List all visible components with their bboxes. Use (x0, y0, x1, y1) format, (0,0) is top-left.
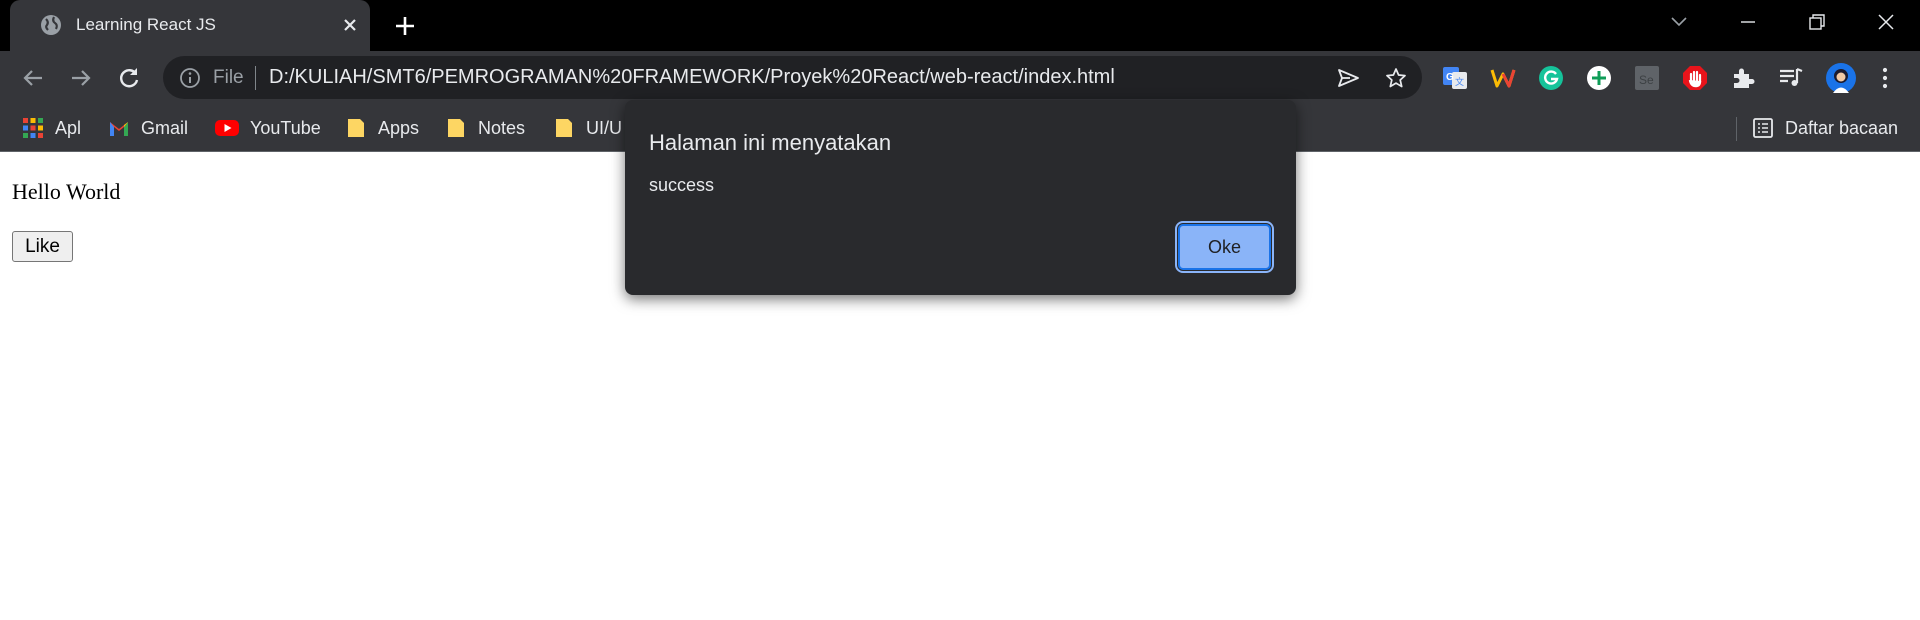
url-text[interactable]: D:/KULIAH/SMT6/PEMROGRAMAN%20FRAMEWORK/P… (269, 66, 1115, 89)
svg-text:文: 文 (1455, 76, 1464, 87)
selenium-ide-icon[interactable]: Se (1634, 65, 1660, 91)
tab-strip: Learning React JS (0, 0, 1920, 51)
address-bar[interactable]: File D:/KULIAH/SMT6/PEMROGRAMAN%20FRAMEW… (163, 56, 1422, 99)
bookmark-label: UI/U (586, 117, 622, 138)
file-scheme-label: File (213, 67, 244, 88)
gmail-icon (110, 122, 128, 136)
bookmark-gmail[interactable]: Gmail (108, 115, 188, 141)
close-tab-icon[interactable] (340, 15, 360, 35)
bookmark-label: Notes (478, 117, 526, 138)
site-info-icon[interactable] (179, 67, 201, 89)
bookmark-youtube[interactable]: YouTube (215, 115, 321, 141)
bookmark-folder-notes[interactable]: Notes (445, 115, 525, 141)
writer-w-icon[interactable] (1490, 65, 1516, 91)
tab-search-chevron-icon[interactable] (1664, 10, 1694, 34)
alert-dialog: Halaman ini menyatakan success Oke (625, 100, 1296, 295)
reading-list[interactable]: Daftar bacaan (1752, 115, 1898, 141)
folder-icon (448, 119, 464, 137)
bookmarks-divider (1736, 117, 1737, 141)
bookmark-star-icon[interactable] (1384, 67, 1408, 89)
svg-text:Se: Se (1639, 73, 1654, 87)
bookmark-folder-uiu[interactable]: UI/U (553, 115, 622, 141)
bookmark-label: Apl (55, 117, 82, 138)
grammarly-icon[interactable] (1538, 65, 1564, 91)
forward-arrow-icon[interactable] (68, 65, 94, 91)
adblock-hand-icon[interactable] (1682, 65, 1708, 91)
folder-icon (348, 119, 364, 137)
apps-grid-icon (23, 118, 43, 138)
browser-tab[interactable]: Learning React JS (10, 0, 370, 51)
folder-icon (556, 119, 572, 137)
dialog-message: success (649, 175, 715, 195)
browser-toolbar: File D:/KULIAH/SMT6/PEMROGRAMAN%20FRAMEW… (0, 51, 1920, 105)
youtube-icon (215, 120, 239, 136)
send-to-devices-icon[interactable] (1336, 67, 1360, 89)
close-window-icon[interactable] (1871, 10, 1901, 34)
svg-text:G: G (1446, 72, 1454, 83)
dialog-title: Halaman ini menyatakan (649, 130, 892, 155)
google-translate-icon[interactable]: G 文 (1442, 65, 1468, 91)
new-tab-icon[interactable] (392, 13, 418, 39)
restore-icon[interactable] (1801, 10, 1831, 34)
reading-list-icon (1753, 118, 1773, 138)
bookmark-folder-apps[interactable]: Apps (345, 115, 419, 141)
extensions-puzzle-icon[interactable] (1730, 65, 1756, 91)
reload-icon[interactable] (116, 65, 142, 91)
add-extension-plus-icon[interactable] (1586, 65, 1612, 91)
bookmark-label: YouTube (250, 117, 321, 138)
page-heading: Hello World (12, 179, 121, 204)
tab-title: Learning React JS (76, 15, 216, 34)
profile-avatar[interactable] (1826, 63, 1856, 93)
ok-button[interactable]: Oke (1175, 221, 1274, 273)
minimize-icon[interactable] (1733, 10, 1763, 34)
chrome-menu-icon[interactable] (1872, 65, 1898, 91)
bookmark-label: Apps (378, 117, 420, 138)
reading-list-label: Daftar bacaan (1785, 117, 1899, 138)
globe-icon (41, 15, 61, 35)
like-button[interactable]: Like (12, 231, 73, 262)
bookmark-label: Gmail (141, 117, 189, 138)
back-arrow-icon[interactable] (20, 65, 46, 91)
media-queue-icon[interactable] (1778, 65, 1804, 91)
scheme-divider (255, 66, 256, 90)
bookmark-apl[interactable]: Apl (22, 115, 81, 141)
